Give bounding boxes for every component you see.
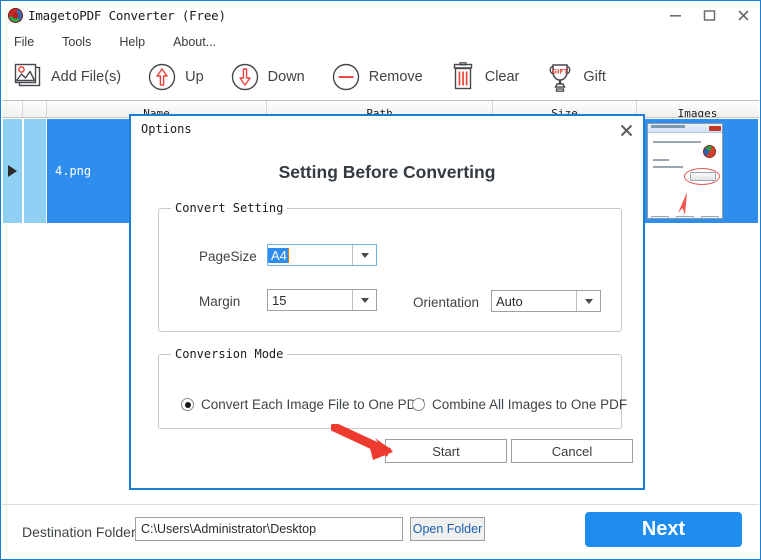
maximize-icon[interactable] <box>692 1 726 30</box>
row-thumbnail[interactable] <box>647 123 723 219</box>
orientation-chevron-down-icon[interactable] <box>576 291 600 311</box>
radio-combine-all[interactable]: Combine All Images to One PDF <box>412 397 627 412</box>
pagesize-label: PageSize <box>199 249 257 264</box>
orientation-label: Orientation <box>413 295 480 310</box>
open-folder-button[interactable]: Open Folder <box>410 517 485 541</box>
column-header-indicator <box>2 101 23 117</box>
title-bar: ImagetoPDF Converter (Free) <box>1 1 760 30</box>
orientation-value: Auto <box>496 293 523 309</box>
svg-text:GIFT: GIFT <box>552 67 569 75</box>
radio-convert-each[interactable]: Convert Each Image File to One PDF <box>181 397 425 412</box>
thumbnail-red-arrow-icon <box>678 192 687 215</box>
column-header-images[interactable]: Images <box>637 101 758 118</box>
cancel-button[interactable]: Cancel <box>511 439 633 463</box>
menu-item-file[interactable]: File <box>13 33 47 51</box>
menu-item-about[interactable]: About... <box>172 33 229 51</box>
thumbnail-footer-buttons <box>648 216 722 218</box>
app-logo-icon <box>8 8 23 23</box>
application-window: ImagetoPDF Converter (Free) File Tools H… <box>0 0 761 560</box>
radio-convert-each-label: Convert Each Image File to One PDF <box>201 397 425 412</box>
menu-item-tools[interactable]: Tools <box>61 33 104 51</box>
close-icon[interactable] <box>726 1 760 30</box>
menu-bar: File Tools Help About... <box>1 30 760 53</box>
radio-combine-all-indicator <box>412 398 425 411</box>
minimize-icon[interactable] <box>658 1 692 30</box>
margin-value: 15 <box>272 292 287 308</box>
cell-name[interactable]: 4.png <box>47 119 142 223</box>
thumbnail-titlebar <box>648 124 722 133</box>
remove-label: Remove <box>368 68 423 85</box>
margin-label: Margin <box>199 294 241 309</box>
pagesize-combobox[interactable]: A4 <box>267 244 377 266</box>
down-label: Down <box>267 68 305 85</box>
up-label: Up <box>185 68 204 85</box>
thumbnail-highlight-ellipse <box>684 168 720 185</box>
pagesize-value-wrap: A4 <box>268 245 352 265</box>
pagesize-value: A4 <box>268 247 289 263</box>
window-controls <box>658 1 760 30</box>
thumbnail-body <box>648 133 722 218</box>
menu-item-help[interactable]: Help <box>118 33 158 51</box>
current-row-arrow-icon <box>8 165 17 177</box>
image-stack-icon <box>13 63 43 91</box>
destination-folder-input[interactable] <box>135 517 403 541</box>
down-button[interactable]: Down <box>230 55 305 99</box>
add-files-button[interactable]: Add File(s) <box>13 55 121 99</box>
add-files-label: Add File(s) <box>51 68 122 85</box>
gift-button[interactable]: GIFT Gift <box>545 55 606 99</box>
radio-combine-all-label: Combine All Images to One PDF <box>432 397 628 412</box>
thumbnail-title-text <box>651 125 685 128</box>
options-dialog: Options Setting Before Converting Conver… <box>129 114 645 490</box>
conversion-mode-legend: Conversion Mode <box>175 347 284 361</box>
column-header-check <box>23 101 47 117</box>
clear-button[interactable]: Clear <box>449 55 520 99</box>
start-button[interactable]: Start <box>385 439 507 463</box>
convert-setting-group: Convert Setting PageSize A4 Margin 15 Or… <box>158 201 622 332</box>
dialog-title: Options <box>141 122 192 136</box>
radio-convert-each-indicator <box>181 398 194 411</box>
convert-setting-legend: Convert Setting <box>175 201 284 215</box>
orientation-combobox[interactable]: Auto <box>491 290 601 312</box>
cell-name-text: 4.png <box>55 164 92 178</box>
minus-circle-icon <box>331 62 361 92</box>
gift-label: Gift <box>583 68 606 85</box>
margin-chevron-down-icon[interactable] <box>352 290 376 310</box>
row-checkbox-cell[interactable] <box>24 119 46 223</box>
trash-icon <box>449 61 477 92</box>
toolbar: Add File(s) Up Down Remove Clear GIFT Gi… <box>1 53 760 100</box>
thumbnail-close-icon <box>709 125 721 131</box>
next-button[interactable]: Next <box>585 512 742 547</box>
window-title: ImagetoPDF Converter (Free) <box>28 8 226 23</box>
remove-button[interactable]: Remove <box>331 55 423 99</box>
up-button[interactable]: Up <box>147 55 204 99</box>
dialog-close-icon[interactable] <box>612 118 640 142</box>
thumbnail-logo-icon <box>703 145 716 158</box>
pagesize-chevron-down-icon[interactable] <box>352 245 376 265</box>
destination-folder-label: Destination Folder: <box>22 524 140 540</box>
row-indicator-cell[interactable] <box>3 119 23 223</box>
margin-combobox[interactable]: 15 <box>267 289 377 311</box>
dialog-heading: Setting Before Converting <box>278 162 496 182</box>
gift-trophy-icon: GIFT <box>545 62 575 92</box>
clear-label: Clear <box>484 68 520 85</box>
conversion-mode-group: Conversion Mode Convert Each Image File … <box>158 347 627 429</box>
arrow-up-circle-icon <box>147 62 177 92</box>
arrow-down-circle-icon <box>230 62 260 92</box>
